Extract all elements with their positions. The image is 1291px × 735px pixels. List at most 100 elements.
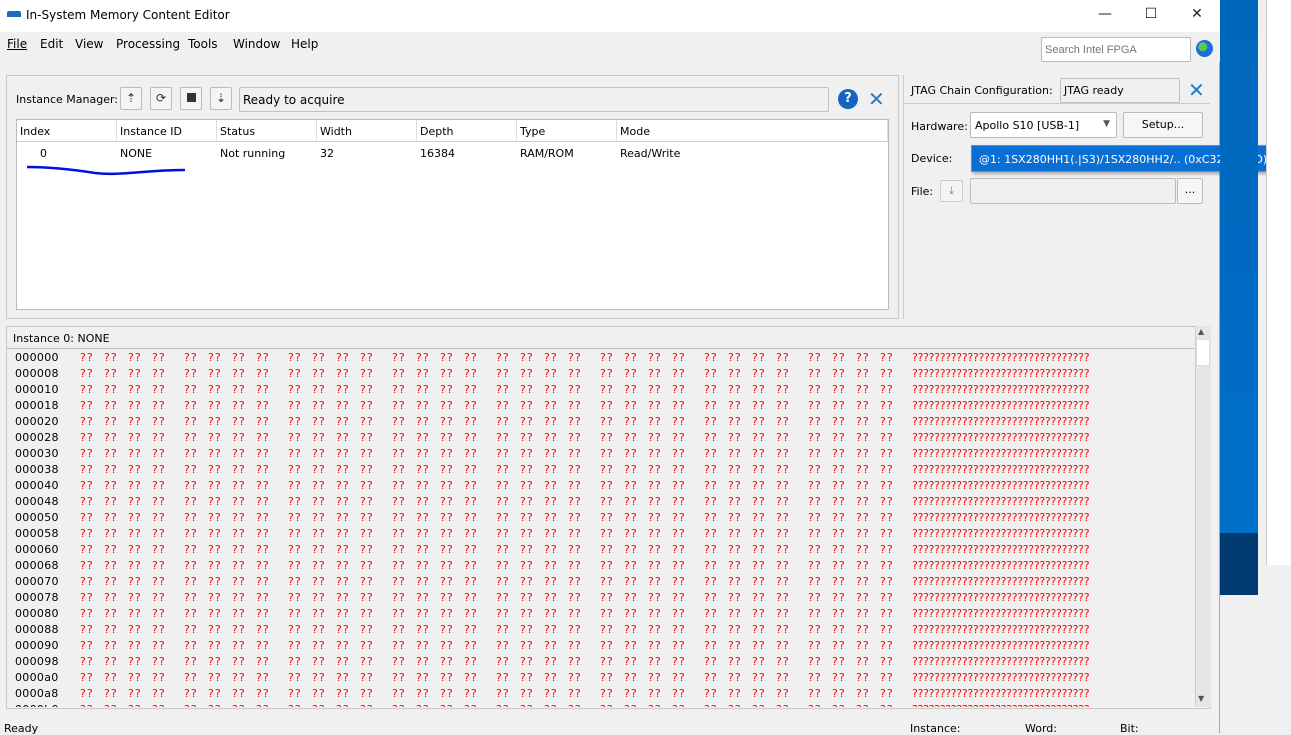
hex-cell[interactable]: ?? bbox=[776, 703, 790, 707]
hex-cell[interactable]: ?? bbox=[312, 591, 326, 604]
hex-cell[interactable]: ?? bbox=[392, 655, 406, 668]
hex-cell[interactable]: ?? bbox=[360, 639, 374, 652]
hex-ascii[interactable]: ???????????????????????????????? bbox=[912, 623, 1090, 636]
hex-cell[interactable]: ?? bbox=[520, 575, 534, 588]
hex-cell[interactable]: ?? bbox=[312, 415, 326, 428]
hex-cell[interactable]: ?? bbox=[336, 687, 350, 700]
hex-cell[interactable]: ?? bbox=[208, 543, 222, 556]
hex-cell[interactable]: ?? bbox=[128, 367, 142, 380]
hex-cell[interactable]: ?? bbox=[728, 607, 742, 620]
hex-cell[interactable]: ?? bbox=[256, 415, 270, 428]
hex-cell[interactable]: ?? bbox=[776, 351, 790, 364]
hex-cell[interactable]: ?? bbox=[232, 399, 246, 412]
hex-cell[interactable]: ?? bbox=[704, 511, 718, 524]
hex-cell[interactable]: ?? bbox=[856, 383, 870, 396]
hex-cell[interactable]: ?? bbox=[128, 575, 142, 588]
hex-cell[interactable]: ?? bbox=[184, 447, 198, 460]
hex-cell[interactable]: ?? bbox=[128, 591, 142, 604]
hex-cell[interactable]: ?? bbox=[80, 623, 94, 636]
hex-cell[interactable]: ?? bbox=[416, 591, 430, 604]
hex-cell[interactable]: ?? bbox=[624, 671, 638, 684]
hex-cell[interactable]: ?? bbox=[544, 687, 558, 700]
hex-cell[interactable]: ?? bbox=[568, 447, 582, 460]
hex-cell[interactable]: ?? bbox=[808, 607, 822, 620]
hex-cell[interactable]: ?? bbox=[832, 607, 846, 620]
hex-cell[interactable]: ?? bbox=[544, 495, 558, 508]
hex-cell[interactable]: ?? bbox=[776, 607, 790, 620]
hex-cell[interactable]: ?? bbox=[880, 543, 894, 556]
hex-cell[interactable]: ?? bbox=[832, 543, 846, 556]
hex-cell[interactable]: ?? bbox=[80, 463, 94, 476]
hex-cell[interactable]: ?? bbox=[336, 607, 350, 620]
hex-cell[interactable]: ?? bbox=[808, 687, 822, 700]
setup-button[interactable]: Setup... bbox=[1123, 112, 1203, 138]
hex-cell[interactable]: ?? bbox=[104, 687, 118, 700]
hex-cell[interactable]: ?? bbox=[832, 591, 846, 604]
hex-cell[interactable]: ?? bbox=[152, 655, 166, 668]
hex-cell[interactable]: ?? bbox=[776, 543, 790, 556]
hex-cell[interactable]: ?? bbox=[776, 559, 790, 572]
hex-cell[interactable]: ?? bbox=[832, 655, 846, 668]
hex-cell[interactable]: ?? bbox=[728, 399, 742, 412]
hex-cell[interactable]: ?? bbox=[728, 591, 742, 604]
hex-cell[interactable]: ?? bbox=[496, 639, 510, 652]
hex-cell[interactable]: ?? bbox=[624, 591, 638, 604]
hex-cell[interactable]: ?? bbox=[104, 511, 118, 524]
hex-cell[interactable]: ?? bbox=[776, 479, 790, 492]
hex-cell[interactable]: ?? bbox=[496, 399, 510, 412]
hex-cell[interactable]: ?? bbox=[184, 543, 198, 556]
hex-cell[interactable]: ?? bbox=[808, 479, 822, 492]
hex-cell[interactable]: ?? bbox=[360, 383, 374, 396]
hex-cell[interactable]: ?? bbox=[392, 591, 406, 604]
hex-cell[interactable]: ?? bbox=[232, 687, 246, 700]
hex-cell[interactable]: ?? bbox=[728, 671, 742, 684]
hex-cell[interactable]: ?? bbox=[704, 655, 718, 668]
file-input[interactable] bbox=[970, 178, 1176, 204]
hex-cell[interactable]: ?? bbox=[648, 399, 662, 412]
hex-cell[interactable]: ?? bbox=[808, 703, 822, 707]
hex-cell[interactable]: ?? bbox=[312, 431, 326, 444]
hex-cell[interactable]: ?? bbox=[464, 527, 478, 540]
hex-cell[interactable]: ?? bbox=[128, 463, 142, 476]
hex-cell[interactable]: ?? bbox=[600, 367, 614, 380]
hex-cell[interactable]: ?? bbox=[152, 511, 166, 524]
hex-cell[interactable]: ?? bbox=[104, 447, 118, 460]
col-depth[interactable]: Depth bbox=[417, 120, 517, 142]
hex-cell[interactable]: ?? bbox=[440, 575, 454, 588]
hex-cell[interactable]: ?? bbox=[256, 607, 270, 620]
hex-cell[interactable]: ?? bbox=[672, 511, 686, 524]
hex-cell[interactable]: ?? bbox=[520, 543, 534, 556]
hex-cell[interactable]: ?? bbox=[624, 415, 638, 428]
hex-cell[interactable]: ?? bbox=[440, 639, 454, 652]
hex-cell[interactable]: ?? bbox=[856, 687, 870, 700]
hex-cell[interactable]: ?? bbox=[728, 639, 742, 652]
hex-cell[interactable]: ?? bbox=[232, 431, 246, 444]
hex-cell[interactable]: ?? bbox=[752, 543, 766, 556]
hex-cell[interactable]: ?? bbox=[880, 623, 894, 636]
hex-cell[interactable]: ?? bbox=[288, 703, 302, 707]
hex-cell[interactable]: ?? bbox=[568, 687, 582, 700]
hex-cell[interactable]: ?? bbox=[336, 415, 350, 428]
hex-cell[interactable]: ?? bbox=[416, 447, 430, 460]
hex-cell[interactable]: ?? bbox=[600, 351, 614, 364]
hex-cell[interactable]: ?? bbox=[232, 639, 246, 652]
hex-cell[interactable]: ?? bbox=[360, 575, 374, 588]
hex-cell[interactable]: ?? bbox=[288, 399, 302, 412]
hex-cell[interactable]: ?? bbox=[544, 575, 558, 588]
hex-cell[interactable]: ?? bbox=[648, 703, 662, 707]
hex-cell[interactable]: ?? bbox=[832, 687, 846, 700]
hex-cell[interactable]: ?? bbox=[808, 447, 822, 460]
hex-cell[interactable]: ?? bbox=[464, 479, 478, 492]
hex-cell[interactable]: ?? bbox=[464, 495, 478, 508]
hex-ascii[interactable]: ???????????????????????????????? bbox=[912, 575, 1090, 588]
hex-cell[interactable]: ?? bbox=[520, 351, 534, 364]
hex-cell[interactable]: ?? bbox=[704, 639, 718, 652]
hex-cell[interactable]: ?? bbox=[288, 511, 302, 524]
hex-cell[interactable]: ?? bbox=[416, 383, 430, 396]
hex-cell[interactable]: ?? bbox=[80, 671, 94, 684]
hex-ascii[interactable]: ???????????????????????????????? bbox=[912, 607, 1090, 620]
hex-cell[interactable]: ?? bbox=[544, 543, 558, 556]
hex-cell[interactable]: ?? bbox=[416, 671, 430, 684]
hex-cell[interactable]: ?? bbox=[184, 559, 198, 572]
hex-cell[interactable]: ?? bbox=[440, 543, 454, 556]
